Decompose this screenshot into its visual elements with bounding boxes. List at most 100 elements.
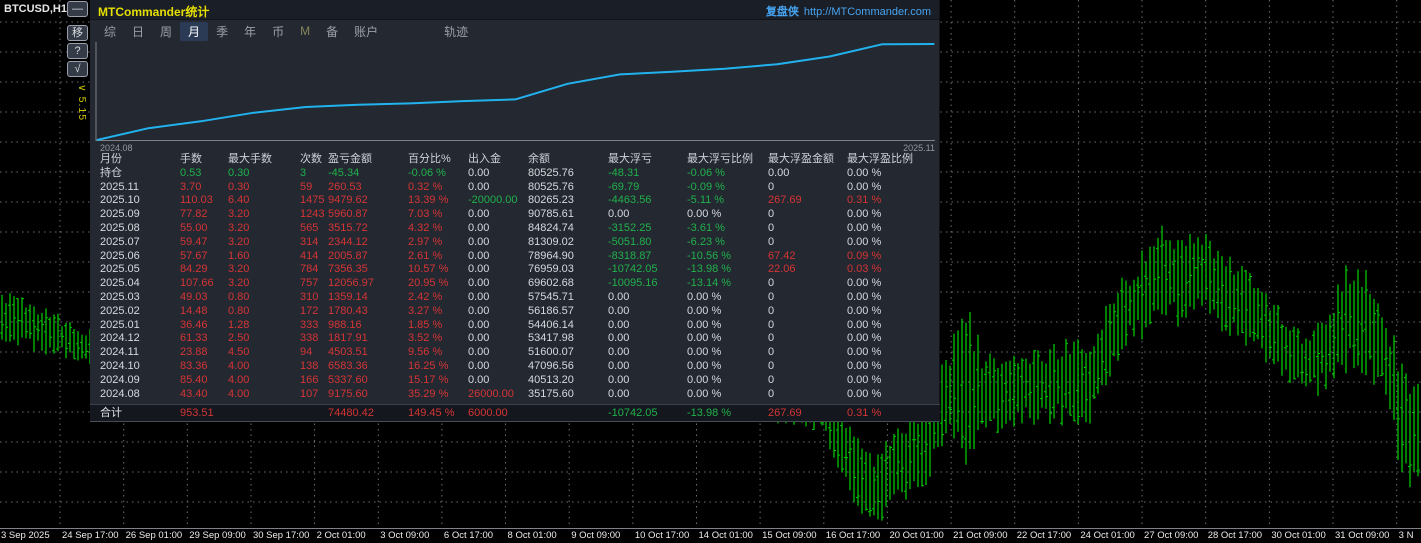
version-label: ∨ 5.15 <box>76 84 88 122</box>
cell: 0.00 % <box>687 373 722 386</box>
cell: -45.34 <box>328 166 360 179</box>
cell: 110.03 <box>180 194 213 207</box>
row-label: 2025.06 <box>100 249 140 262</box>
cell: 0.30 <box>228 166 250 179</box>
cell: 0.00 % <box>847 373 882 386</box>
menu-item-M[interactable]: M <box>292 23 318 39</box>
menu-item-日[interactable]: 日 <box>124 22 152 41</box>
table-row-2025.07[interactable]: 2025.07 59.47 3.20 314 2344.12 2.97 % 0.00 8130… <box>90 236 940 250</box>
menu-item-季[interactable]: 季 <box>208 22 236 41</box>
menu-item-轨迹[interactable]: 轨迹 <box>436 22 476 41</box>
table-row-2025.11[interactable]: 2025.11 3.70 0.30 59 260.53 0.32 % 0.00 80525.7… <box>90 181 940 195</box>
cell: 0.00 <box>468 290 490 303</box>
cell: -8318.87 <box>608 249 652 262</box>
table-row-2025.10[interactable]: 2025.10 110.03 6.40 1475 9479.62 13.39 % -2000… <box>90 194 940 208</box>
row-label: 2024.09 <box>100 373 140 386</box>
time-axis-label: 30 Sep 17:00 <box>252 530 310 541</box>
equity-curve-chart: 2024.08 2025.11 <box>95 42 935 153</box>
table-row-2024.10[interactable]: 2024.10 83.36 4.00 138 6583.36 16.25 % 0.00 470… <box>90 360 940 374</box>
table-row-2024.08[interactable]: 2024.08 43.40 4.00 107 9175.60 35.29 % 26000.0… <box>90 388 940 402</box>
cell: 0.00 % <box>847 166 882 179</box>
cell: 4.00 <box>228 359 250 372</box>
cell: 310 <box>300 290 319 303</box>
cell: 20.95 % <box>408 277 449 290</box>
cell: 53417.98 <box>528 332 574 345</box>
menu-item-账户[interactable]: 账户 <box>346 22 386 41</box>
brand-url-link[interactable]: http://MTCommander.com <box>804 6 931 18</box>
table-row-2025.09[interactable]: 2025.09 77.82 3.20 1243 5960.87 7.03 % 0.00 907… <box>90 208 940 222</box>
table-row-2025.03[interactable]: 2025.03 49.03 0.80 310 1359.14 2.42 % 0.00 5754… <box>90 291 940 305</box>
time-axis-label: 30 Oct 01:00 <box>1271 530 1326 541</box>
cell: 55.00 <box>180 221 208 234</box>
table-row-2025.08[interactable]: 2025.08 55.00 3.20 565 3515.72 4.32 % 0.00 8482… <box>90 222 940 236</box>
table-row-2025.06[interactable]: 2025.06 57.67 1.60 414 2005.87 2.61 % 0.00 7896… <box>90 250 940 264</box>
time-axis-label: 27 Oct 09:00 <box>1144 530 1199 541</box>
cell: 59 <box>300 180 313 193</box>
cell: 3.27 % <box>408 304 443 317</box>
minimize-button[interactable]: — <box>67 1 88 17</box>
table-row-2024.09[interactable]: 2024.09 85.40 4.00 166 5337.60 15.17 % 0.00 405… <box>90 374 940 388</box>
cell: 2344.12 <box>328 235 368 248</box>
cell: 333 <box>300 318 319 331</box>
table-row-2025.01[interactable]: 2025.01 36.46 1.28 333 988.16 1.85 % 0.00 54406… <box>90 319 940 333</box>
row-label: 持仓 <box>100 166 122 179</box>
cell: 6.40 <box>228 194 250 207</box>
cell: 77.82 <box>180 208 208 221</box>
cell: -10.56 % <box>687 249 732 262</box>
table-row-2025.02[interactable]: 2025.02 14.48 0.80 172 1780.43 3.27 % 0.00 5618… <box>90 305 940 319</box>
cell: 57.67 <box>180 249 208 262</box>
time-axis-label: 16 Oct 17:00 <box>825 530 881 541</box>
cell: 784 <box>300 263 319 276</box>
cell: -69.79 <box>608 180 640 193</box>
row-label: 2025.11 <box>100 180 139 193</box>
menu-item-月[interactable]: 月 <box>180 21 209 41</box>
equity-end-label: 2025.11 <box>903 143 935 153</box>
cell: 988.16 <box>328 318 362 331</box>
row-label: 2025.10 <box>100 194 140 207</box>
time-axis-label: 22 Oct 17:00 <box>1016 530 1072 541</box>
cell: 0.00 % <box>687 359 722 372</box>
cell: 0.00 <box>768 166 790 179</box>
cell: 2005.87 <box>328 249 368 262</box>
cell: 3.20 <box>228 208 250 221</box>
row-label: 2025.09 <box>100 208 140 221</box>
cell: 35.29 % <box>408 387 449 400</box>
equity-start-label: 2024.08 <box>100 143 133 153</box>
cell: -0.06 % <box>687 166 725 179</box>
cell: 565 <box>300 221 319 234</box>
row-label: 2024.10 <box>100 359 140 372</box>
cell: 0.00 <box>468 221 490 234</box>
table-row-持仓[interactable]: 持仓 0.53 0.30 3 -45.34 -0.06 % 0.00 80525.76 -48.… <box>90 167 940 181</box>
cell: 83.36 <box>180 359 208 372</box>
cell: 0.00 % <box>847 208 882 221</box>
menu-item-综[interactable]: 综 <box>96 22 124 41</box>
col-header: 出入金 <box>468 153 501 165</box>
table-row-2025.05[interactable]: 2025.05 84.29 3.20 784 7356.35 10.57 % 0.00 769… <box>90 263 940 277</box>
row-label: 2025.04 <box>100 277 140 290</box>
cell: 0.00 % <box>687 387 722 400</box>
table-total-row[interactable]: 合计 953.51 74480.42 149.45 % 6000.00 -10742.05… <box>90 404 940 421</box>
cell: 138 <box>300 359 319 372</box>
row-label: 2025.02 <box>100 304 140 317</box>
check-button[interactable]: √ <box>67 61 88 77</box>
table-row-2025.04[interactable]: 2025.04 107.66 3.20 757 12056.97 20.95 % 0.00 6… <box>90 277 940 291</box>
menu-item-周[interactable]: 周 <box>152 22 180 41</box>
menu-item-年[interactable]: 年 <box>236 22 264 41</box>
cell: 0.00 % <box>847 346 882 359</box>
cell: 12056.97 <box>328 277 374 290</box>
cell: 0.00 % <box>687 290 722 303</box>
time-axis-label: 28 Oct 17:00 <box>1207 530 1263 541</box>
menu-item-备[interactable]: 备 <box>318 22 346 41</box>
cell: -20000.00 <box>468 194 518 207</box>
move-button[interactable]: 移 <box>67 25 88 41</box>
table-row-2024.11[interactable]: 2024.11 23.88 4.50 94 4503.51 9.56 % 0.00 51600… <box>90 346 940 360</box>
help-button[interactable]: ? <box>67 43 88 59</box>
panel-title-bar[interactable]: MTCommander统计 复盘侠 http://MTCommander.com <box>90 0 939 20</box>
cell: 3.70 <box>180 180 202 193</box>
menu-item-币[interactable]: 币 <box>264 22 292 41</box>
cell: 4.00 <box>228 373 250 386</box>
table-row-2024.12[interactable]: 2024.12 61.33 2.50 338 1817.91 3.52 % 0.00 5341… <box>90 332 940 346</box>
cell: 54406.14 <box>528 318 574 331</box>
cell: 40513.20 <box>528 373 574 386</box>
cell: 80525.76 <box>528 166 574 179</box>
